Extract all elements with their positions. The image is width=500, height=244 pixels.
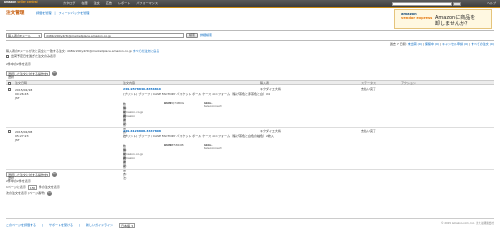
- row-divider: [6, 169, 494, 170]
- footer-divider: [6, 218, 494, 219]
- search-scope-select[interactable]: 購入者のEメール ▾: [6, 33, 42, 38]
- global-search-input[interactable]: [392, 1, 452, 6]
- search-input[interactable]: d48br200y4r5l@marketplace.amazon.co.jp: [44, 33, 184, 38]
- get-support-link[interactable]: サポートを受ける: [49, 223, 73, 227]
- seller-central-logo[interactable]: amazon seller central: [4, 0, 38, 5]
- bulk-action-row-bottom: 選択した注文に対する操作を選択 ▾ 実行: [6, 172, 57, 180]
- search-result-info: 購入者のEメールが次と完全に一致する注文: d48br200y4r5l@mark…: [6, 49, 160, 53]
- bulk-action-select[interactable]: 選択した注文に対する操作を選択 ▾: [6, 71, 50, 79]
- go-button[interactable]: 実行: [47, 191, 53, 196]
- column-status: ステータス: [361, 80, 377, 85]
- footer-links: このページを評価する | サポートを受ける | 新しいガイドライン 日本語 ▾: [6, 222, 136, 228]
- manage-ratings-link[interactable]: 評価を管理: [36, 12, 51, 16]
- order-id-link[interactable]: 249-9578846-8456816: [123, 87, 161, 91]
- bulk-action-select[interactable]: 選択した注文に対する操作を選択 ▾: [6, 172, 50, 180]
- go-button[interactable]: 実行: [52, 71, 57, 76]
- language-select[interactable]: 日本語 ▾: [119, 223, 136, 228]
- order-status: 支払い完了: [361, 87, 377, 91]
- column-order-details: 注文内容: [123, 80, 136, 85]
- promo-text: Amazonに商品を 卸しませんか？: [435, 15, 476, 27]
- chevron-down-icon: ▾: [46, 172, 48, 177]
- divider: [6, 30, 494, 31]
- guidelines-link[interactable]: 新しいガイドライン: [86, 223, 113, 227]
- vendor-express-logo: amazon vendor express: [401, 12, 433, 20]
- nav-orders[interactable]: 注文: [93, 2, 101, 6]
- chevron-down-icon: ▾: [33, 185, 35, 190]
- order-id-link[interactable]: 249-6126808-3447808: [123, 129, 161, 133]
- product-title-link[interactable]: (プリント) ブリーフ / CASE FACTORY バスケット ボール ケース…: [123, 134, 328, 139]
- copyright: © 2015 Amazon.com, Inc. または関連会社: [441, 222, 494, 225]
- row-checkbox[interactable]: [8, 130, 11, 133]
- chevron-down-icon: ▾: [38, 33, 40, 38]
- help-link[interactable]: ヘルプ: [487, 1, 496, 5]
- manage-feedback-link[interactable]: フィードバックを管理: [59, 12, 90, 16]
- order-search-row: 購入者のEメール ▾ d48br200y4r5l@marketplace.amaz…: [6, 33, 212, 38]
- product-title-link[interactable]: (プリント) ブリーフ / CASE FACTORY バスケット ボール ケース…: [123, 92, 328, 97]
- filter-row: 出荷予定日を過ぎた注文のみ表示: [6, 54, 56, 59]
- main-nav: カタログ 在庫 注文 広告 レポート パフォーマンス: [62, 2, 159, 6]
- status-cancel-link[interactable]: キャンセル申請 (0): [442, 42, 468, 46]
- page-title: 注文管理: [6, 11, 25, 16]
- column-action: アクション: [401, 80, 416, 85]
- result-count-bottom: 2件中の2件を表示: [6, 179, 31, 183]
- rate-page-link[interactable]: このページを評価する: [6, 223, 36, 227]
- chevron-down-icon: ▾: [46, 71, 48, 76]
- column-buyer: 購入者: [260, 80, 270, 85]
- nav-advertising[interactable]: 広告: [105, 2, 113, 6]
- nav-performance[interactable]: パフォーマンス: [135, 2, 159, 6]
- bulk-action-row-top: 選択した注文に対する操作を選択 ▾ 実行: [6, 71, 57, 79]
- order-status-summary: 過去 7 日間: 未出荷 (0) | 保留中 (0) | キャンセル申請 (0)…: [389, 42, 494, 46]
- status-unshipped-link[interactable]: 未出荷 (0): [408, 42, 422, 46]
- column-order-date[interactable]: 注文日時: [15, 81, 27, 85]
- order-status: 支払い完了: [361, 129, 377, 133]
- divider: [6, 40, 494, 41]
- buyer-name-link[interactable]: キクダイエ大将: [260, 129, 281, 133]
- overdue-only-checkbox[interactable]: [6, 55, 9, 59]
- advanced-search-link[interactable]: 詳細検索: [200, 33, 212, 37]
- nav-catalog[interactable]: カタログ: [62, 2, 76, 6]
- nav-inventory[interactable]: 在庫: [80, 2, 88, 6]
- per-page-select[interactable]: 15 ▾: [27, 185, 37, 190]
- orders-table-header: 注文日時 注文内容 購入者 ステータス アクション: [6, 80, 494, 85]
- global-search-button[interactable]: [453, 1, 461, 6]
- page-jump-row: 次の注文を表示 (ページ番号) 実行: [6, 190, 53, 196]
- row-checkbox[interactable]: [8, 88, 11, 91]
- pagination-row: 1ページに表示 15 ▾ 件の注文を表示: [6, 184, 60, 190]
- select-all-checkbox[interactable]: [8, 81, 11, 85]
- chevron-down-icon: ▾: [131, 223, 134, 228]
- status-pending-link[interactable]: 保留中 (0): [425, 42, 439, 46]
- row-divider: [6, 127, 494, 128]
- search-button[interactable]: 検索: [186, 33, 199, 38]
- reset-search-link[interactable]: すべての注文に戻る: [133, 49, 160, 53]
- vendor-express-banner[interactable]: amazon vendor express Amazonに商品を 卸しませんか？: [394, 9, 492, 29]
- buyer-name-link[interactable]: キクダイエ大将: [260, 87, 281, 91]
- status-all-link[interactable]: すべての注文 (0): [471, 42, 494, 46]
- nav-reports[interactable]: レポート: [117, 2, 131, 6]
- top-navigation-bar: amazon seller central カタログ 在庫 注文 広告 レポート…: [0, 0, 500, 8]
- result-count: 2件中の2件を表示: [6, 62, 31, 66]
- title-links: 評価を管理 | フィードバックを管理: [36, 11, 90, 16]
- go-button[interactable]: 実行: [52, 172, 57, 177]
